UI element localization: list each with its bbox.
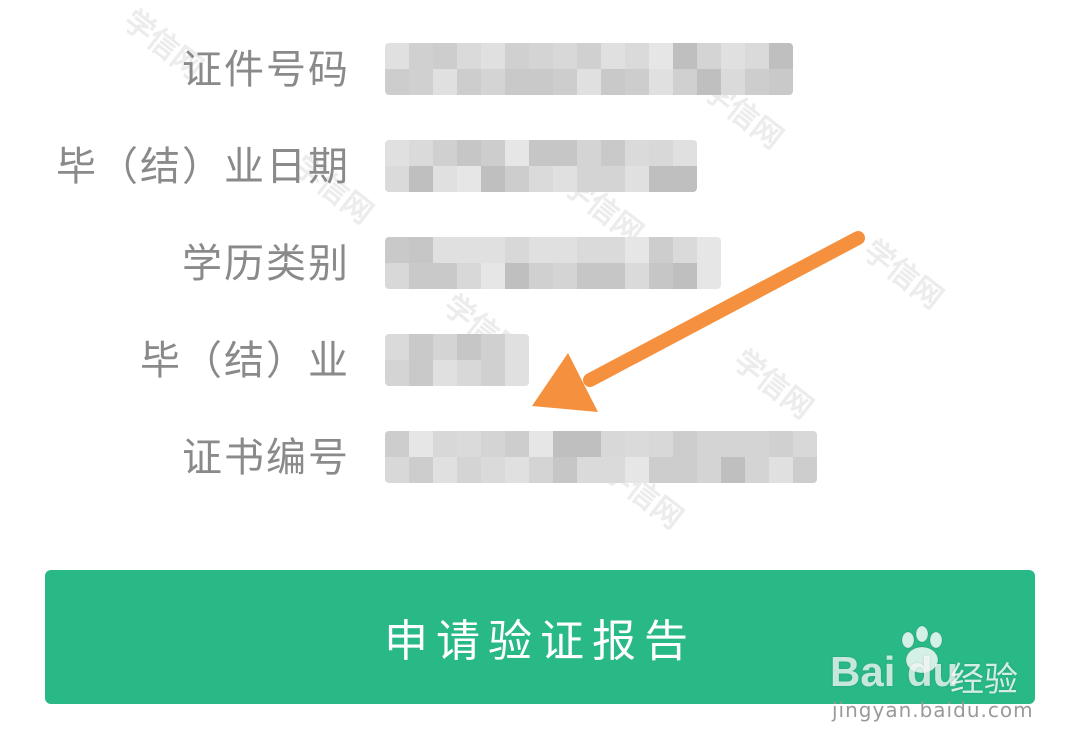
baidu-jingyan-logo: Bai du 经验 jingyan.baidu.com xyxy=(830,622,1033,722)
baidu-logo-text: Bai du xyxy=(830,648,959,695)
jingyan-url: jingyan.baidu.com xyxy=(832,698,1034,722)
jingyan-label: 经验 xyxy=(950,660,1018,700)
